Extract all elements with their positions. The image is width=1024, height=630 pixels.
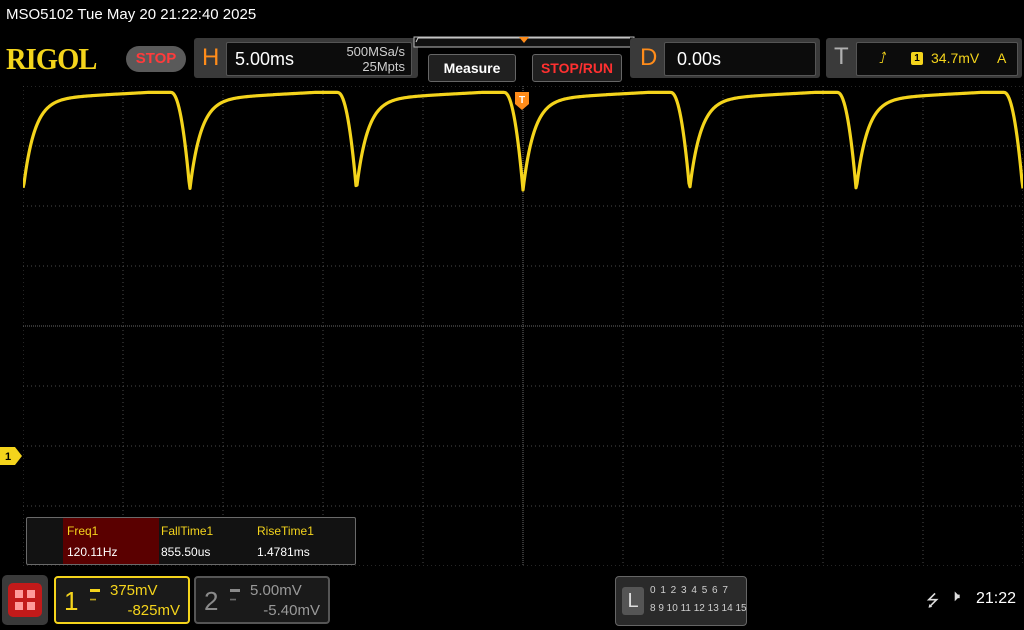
delay-label: D — [640, 44, 658, 71]
waveform-display[interactable] — [23, 86, 1023, 566]
horizontal-panel[interactable]: H 5.00ms 500MSa/s 25Mpts — [194, 38, 418, 78]
rising-edge-icon: ⭜ — [879, 50, 887, 67]
dc-coupling-icon: ▬ ┅ — [230, 584, 240, 606]
measurement-header-freq: Freq1 — [67, 524, 99, 538]
measurement-header-risetime: RiseTime1 — [257, 524, 314, 538]
channel1-marker-label: 1 — [5, 451, 11, 463]
dc-coupling-icon: ▬ ┅ — [90, 584, 100, 606]
horizontal-label: H — [202, 44, 220, 71]
channel1-number: 1 — [64, 586, 79, 616]
trigger-source-badge: 1 — [911, 52, 923, 65]
brand-logo: RIGOL — [6, 41, 97, 76]
trigger-panel[interactable]: T ⭜ 1 34.7mV A — [826, 38, 1022, 78]
bottom-status-bar: 1 ▬ ┅ 375mV -825mV 2 ▬ ┅ 5.00mV -5.40mV L … — [0, 572, 1024, 630]
trigger-readout[interactable]: ⭜ 1 34.7mV A — [856, 42, 1018, 76]
measurement-table[interactable]: Freq1 FallTime1 RiseTime1 120.11Hz 855.5… — [26, 517, 356, 565]
memory-depth: 25Mpts — [362, 59, 405, 74]
channel1-panel[interactable]: 1 ▬ ┅ 375mV -825mV — [54, 576, 190, 624]
digital-channels-row1: 0 1 2 3 4 5 6 7 — [650, 585, 729, 596]
speaker-muted-icon[interactable]: 🕨︎ — [950, 588, 960, 606]
measure-button[interactable]: Measure — [428, 54, 516, 82]
sample-rate: 500MSa/s — [346, 44, 405, 59]
menu-button[interactable] — [2, 575, 48, 625]
usb-icon: ⭍ — [926, 593, 940, 610]
trigger-level: 34.7mV — [931, 50, 980, 66]
delay-value: 0.00s — [677, 49, 722, 69]
title-bar: MSO5102 Tue May 20 21:22:40 2025 — [0, 0, 1024, 32]
channel2-panel[interactable]: 2 ▬ ┅ 5.00mV -5.40mV — [194, 576, 330, 624]
clock: 21:22 — [976, 590, 1017, 607]
channel2-number: 2 — [204, 586, 219, 616]
stop-run-button[interactable]: STOP/RUN — [532, 54, 622, 82]
channel1-ground-marker[interactable]: 1 — [0, 447, 22, 465]
measurement-value-falltime: 855.50us — [161, 545, 211, 559]
memory-position-bar[interactable] — [413, 36, 635, 52]
horizontal-readout[interactable]: 5.00ms 500MSa/s 25Mpts — [226, 42, 412, 76]
channel1-offset: -825mV — [127, 602, 180, 619]
trigger-mode: A — [997, 50, 1007, 66]
channel2-scale: 5.00mV — [250, 582, 302, 599]
header-bar: RIGOL STOP H 5.00ms 500MSa/s 25Mpts Meas… — [0, 36, 1024, 84]
logic-analyzer-panel[interactable]: L 0 1 2 3 4 5 6 7 8 9 10 11 12 13 14 15 — [615, 576, 747, 626]
digital-channels-row2: 8 9 10 11 12 13 14 15 — [650, 603, 747, 614]
trigger-position-marker[interactable]: T — [515, 92, 529, 110]
delay-readout[interactable]: 0.00s — [664, 42, 816, 76]
svg-text:T: T — [519, 95, 525, 106]
grid-menu-icon — [8, 583, 42, 617]
trigger-label: T — [834, 43, 849, 70]
logic-analyzer-label: L — [622, 587, 644, 615]
measurement-value-risetime: 1.4781ms — [257, 545, 310, 559]
channel1-scale: 375mV — [110, 582, 158, 599]
window-title: MSO5102 Tue May 20 21:22:40 2025 — [6, 6, 257, 23]
timebase-value: 5.00ms — [235, 49, 295, 69]
run-status-indicator[interactable]: STOP — [126, 46, 186, 72]
delay-panel[interactable]: D 0.00s — [630, 38, 820, 78]
acquisition-info: 500MSa/s 25Mpts — [346, 44, 405, 74]
measurement-value-freq: 120.11Hz — [67, 545, 118, 559]
measurement-header-falltime: FallTime1 — [161, 524, 214, 538]
channel2-offset: -5.40mV — [263, 602, 320, 619]
